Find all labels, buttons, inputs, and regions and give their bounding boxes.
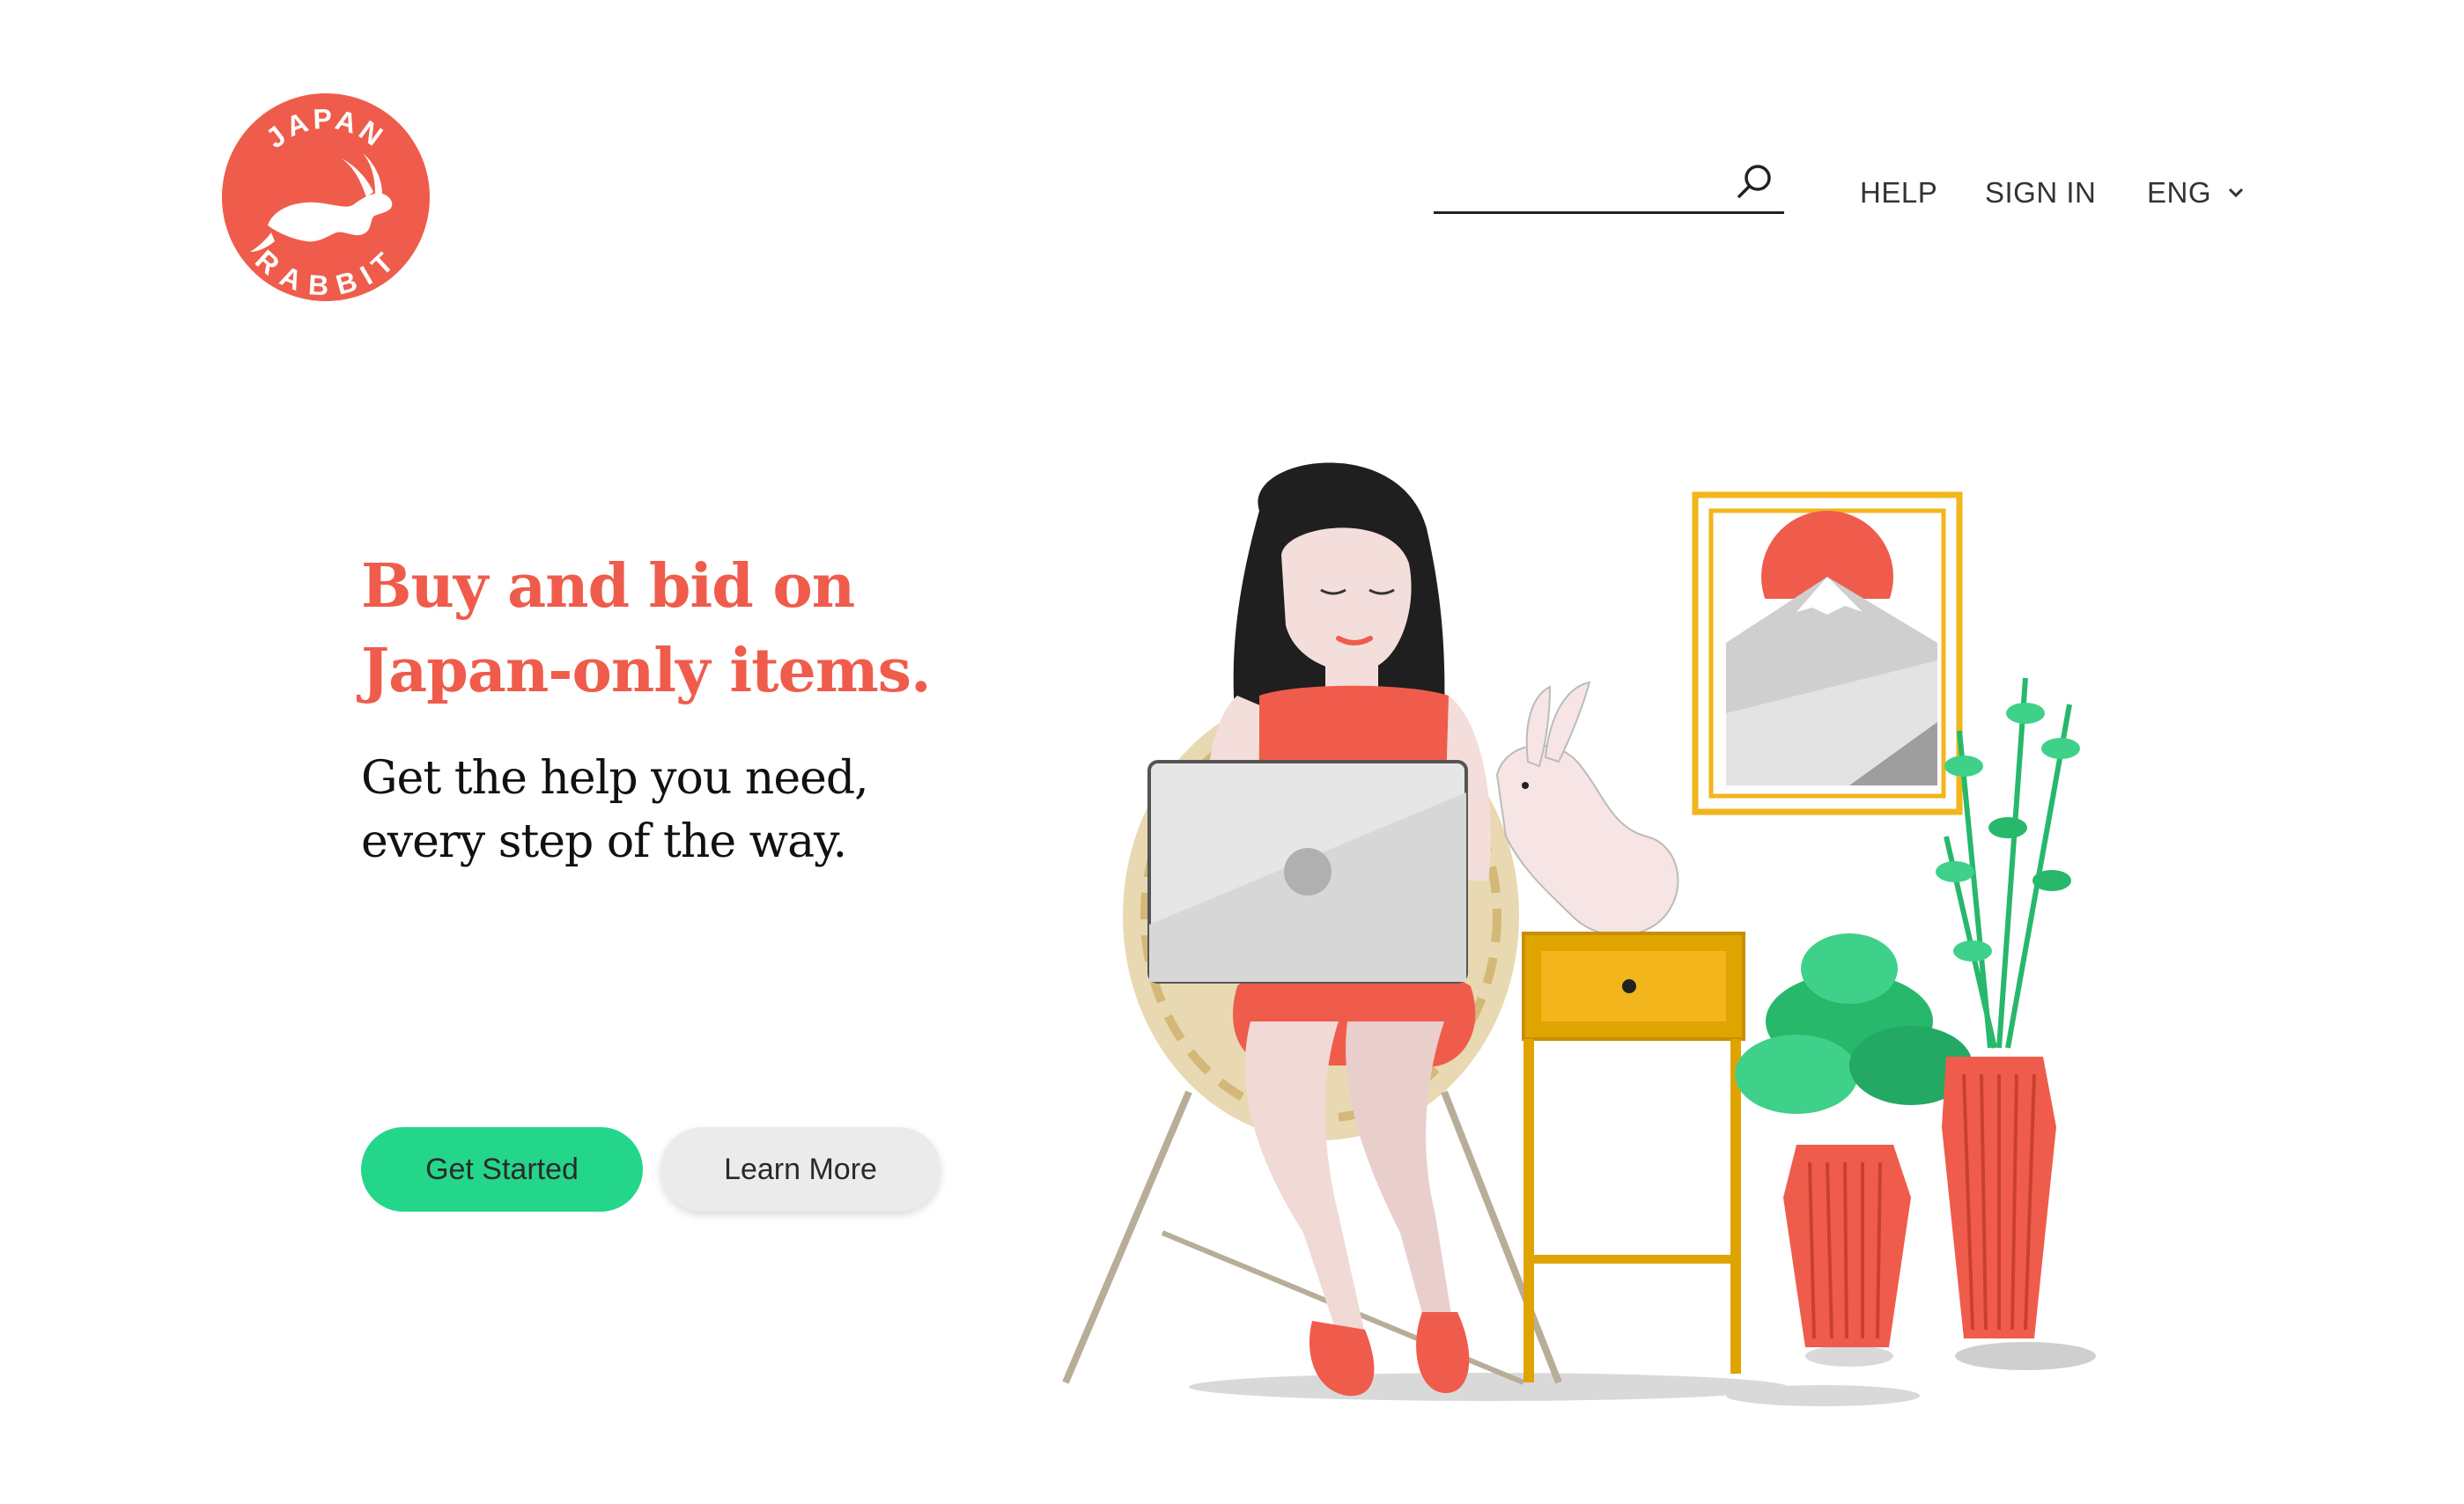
hero-title: Buy and bid on Japan-only items. bbox=[361, 544, 977, 713]
language-selector[interactable]: ENG bbox=[2147, 176, 2245, 210]
hero-title-line2: Japan-only items. bbox=[361, 636, 932, 706]
framed-picture bbox=[1692, 491, 1963, 815]
hero-title-line1: Buy and bid on bbox=[361, 551, 855, 622]
learn-more-button[interactable]: Learn More bbox=[660, 1127, 941, 1212]
search-bar[interactable] bbox=[1434, 159, 1784, 214]
get-started-button[interactable]: Get Started bbox=[361, 1127, 643, 1212]
hero-subtitle-line1: Get the help you need, bbox=[361, 752, 869, 805]
potted-plant-short bbox=[1735, 933, 1973, 1347]
logo[interactable]: JAPAN RABBIT bbox=[222, 93, 430, 302]
hero-illustration bbox=[1062, 462, 2096, 1406]
hero-subtitle: Get the help you need, every step of the… bbox=[361, 747, 977, 874]
logo-badge: JAPAN RABBIT bbox=[222, 93, 430, 302]
search-input[interactable] bbox=[1434, 159, 1728, 211]
help-link[interactable]: HELP bbox=[1860, 176, 1937, 210]
hero-subtitle-line2: every step of the way. bbox=[361, 815, 847, 868]
side-table bbox=[1522, 932, 1745, 1382]
search-icon[interactable] bbox=[1735, 161, 1775, 202]
laptop bbox=[1147, 760, 1468, 984]
rabbit-illustration bbox=[1495, 681, 1679, 937]
chevron-down-icon bbox=[2228, 188, 2244, 198]
floor-shadow bbox=[1189, 1373, 1788, 1401]
sign-in-link[interactable]: SIGN IN bbox=[1985, 176, 2096, 210]
language-label: ENG bbox=[2147, 176, 2212, 209]
